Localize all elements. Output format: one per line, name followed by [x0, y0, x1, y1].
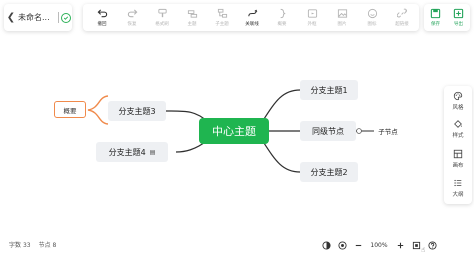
outline-button[interactable]: 大纲 [444, 175, 472, 201]
hand-cursor-icon: ☝ [421, 246, 426, 254]
palette-icon [453, 91, 463, 101]
connector-center-b1 [261, 89, 301, 123]
word-count: 字数 33 [9, 242, 31, 249]
style-theme-button[interactable]: 风格 [444, 88, 472, 114]
locate-center-button[interactable] [334, 238, 350, 252]
child-node[interactable]: 子节点 [376, 126, 400, 136]
plus-icon [397, 242, 403, 248]
sibling-node[interactable]: 同级节点 [300, 121, 356, 141]
zoom-out-button[interactable] [350, 238, 366, 252]
collapse-handle [356, 128, 362, 134]
zoom-in-button[interactable] [392, 238, 408, 252]
document-stats: 字数 33 节点 8 [9, 240, 56, 249]
note-icon[interactable]: ▤ [150, 149, 156, 156]
status-bar: 字数 33 节点 8 100% [0, 235, 474, 255]
zoom-level[interactable]: 100% [366, 242, 392, 249]
canvas-icon [453, 149, 463, 159]
branch-topic-4[interactable]: 分支主题4 ▤ [96, 142, 168, 162]
format-style-button[interactable]: 样式 [444, 116, 472, 142]
canvas-button[interactable]: 画布 [444, 146, 472, 172]
branch-topic-4-label: 分支主题4 [108, 147, 146, 157]
locate-icon [337, 240, 347, 250]
paint-bucket-icon [454, 120, 462, 128]
help-icon [427, 240, 437, 250]
half-circle-icon [321, 240, 331, 250]
branch-topic-3[interactable]: 分支主题3 [108, 101, 166, 121]
central-topic[interactable]: 中心主题 [199, 118, 269, 144]
branch-topic-2[interactable]: 分支主题2 [300, 162, 358, 182]
minus-icon [355, 244, 361, 246]
summary-node[interactable]: 概要 [54, 101, 86, 118]
branch-topic-1[interactable]: 分支主题1 [300, 80, 358, 100]
fullscreen-icon [412, 241, 420, 249]
right-side-panel: 风格 样式 画布 大纲 [444, 86, 472, 204]
summary-brace [87, 95, 109, 125]
node-count: 节点 8 [38, 242, 57, 249]
theme-toggle-button[interactable] [318, 238, 334, 252]
connector-center-b2 [261, 139, 301, 173]
outline-list-icon [454, 179, 462, 187]
help-button[interactable] [424, 238, 440, 252]
